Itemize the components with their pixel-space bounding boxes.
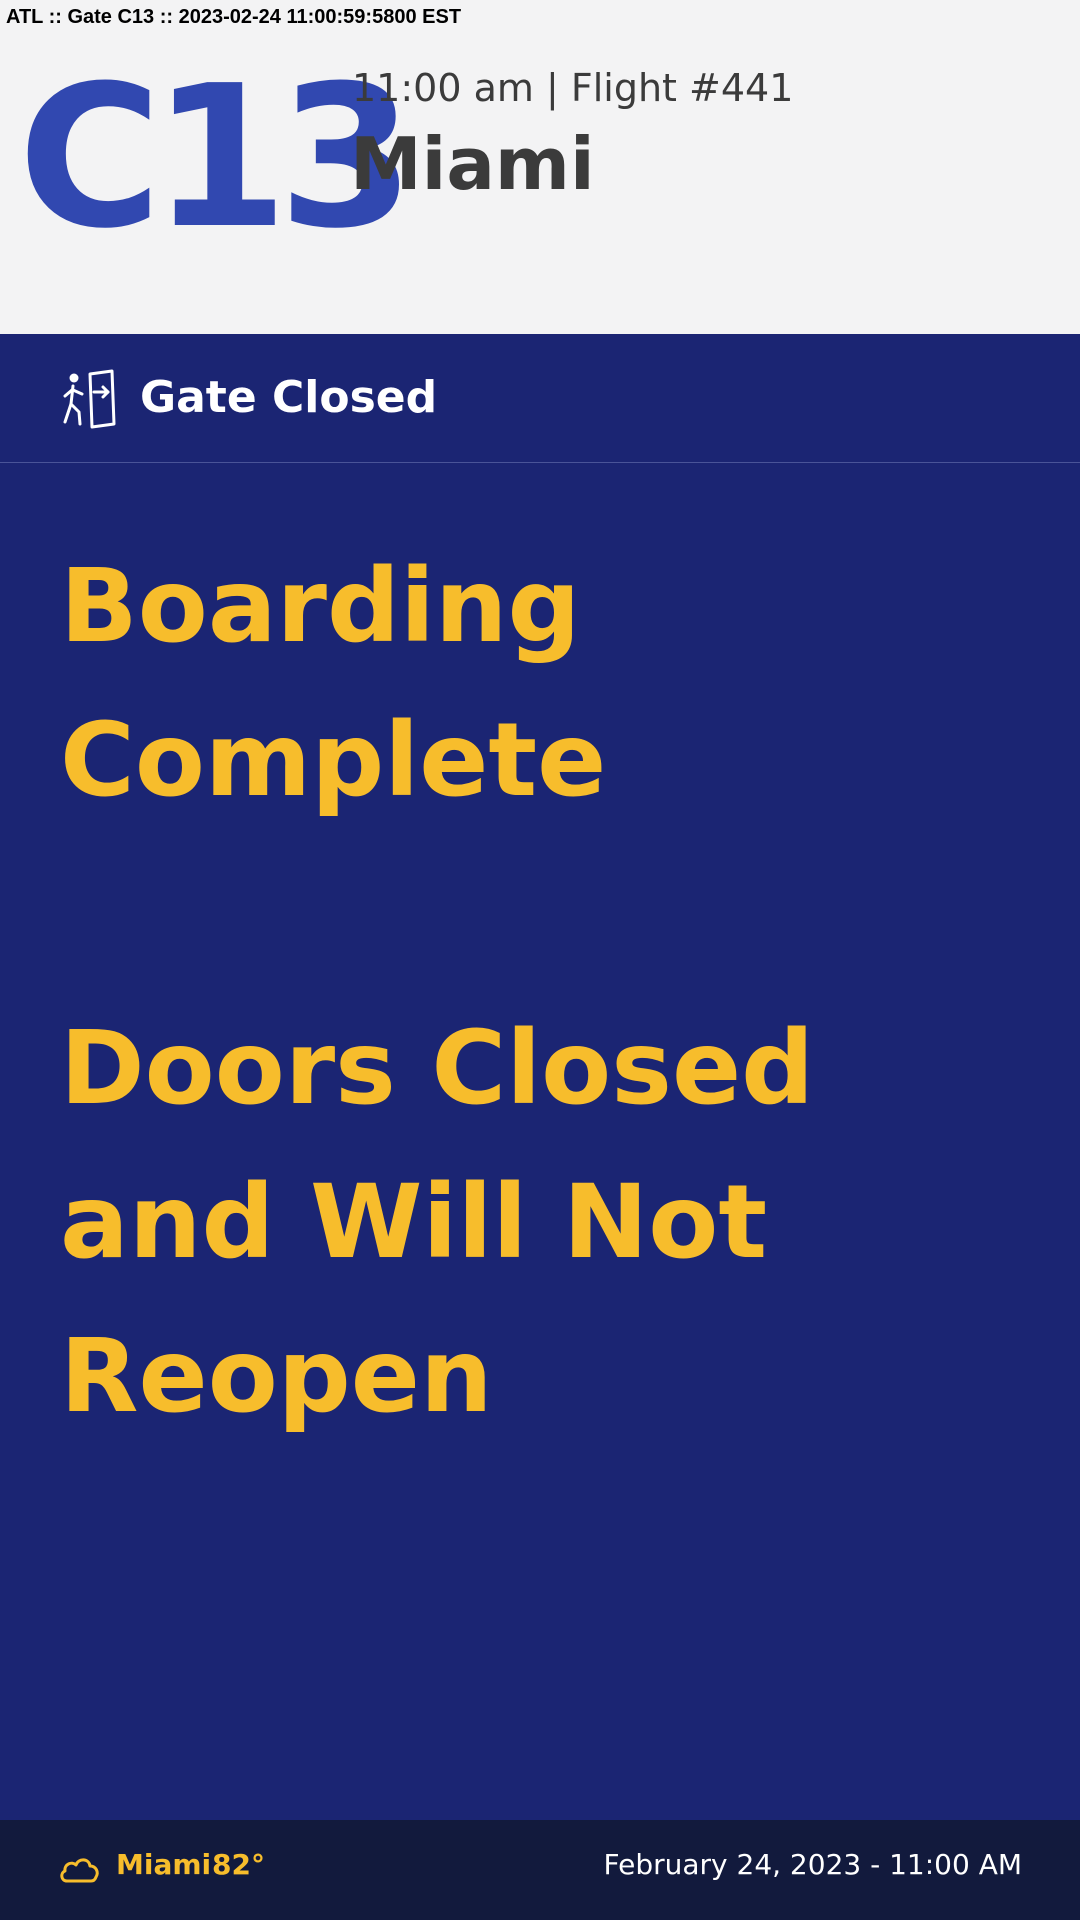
announcement-line: Reopen	[60, 1317, 493, 1436]
gate-header: C13 11:00 am | Flight #441 Miami	[0, 0, 1080, 334]
gate-number: C13	[18, 44, 415, 272]
cloud-icon	[58, 1854, 100, 1884]
announcement-line: Doors Closed	[60, 1009, 815, 1128]
announcement-doors-closed: Doors Closed and Will Not Reopen	[60, 992, 1020, 1454]
weather-city: Miami	[116, 1848, 212, 1881]
announcement-line: Boarding	[60, 547, 581, 666]
destination-city: Miami	[350, 122, 595, 206]
announcement-area: Boarding Complete Doors Closed and Will …	[60, 530, 1020, 1454]
announcement-line: Complete	[60, 701, 607, 820]
weather-temperature: 82°	[212, 1848, 265, 1881]
current-datetime: February 24, 2023 - 11:00 AM	[603, 1848, 1022, 1881]
flight-time-and-number: 11:00 am | Flight #441	[352, 66, 794, 110]
exit-door-icon	[60, 368, 120, 430]
announcement-boarding-complete: Boarding Complete	[60, 530, 1020, 838]
gate-status-bar: Gate Closed	[0, 334, 1080, 463]
debug-timestamp-line: ATL :: Gate C13 :: 2023-02-24 11:00:59:5…	[6, 6, 462, 28]
footer-bar: Miami 82° February 24, 2023 - 11:00 AM	[0, 1820, 1080, 1920]
gate-status-label: Gate Closed	[140, 372, 438, 423]
announcement-line: and Will Not	[60, 1163, 768, 1282]
